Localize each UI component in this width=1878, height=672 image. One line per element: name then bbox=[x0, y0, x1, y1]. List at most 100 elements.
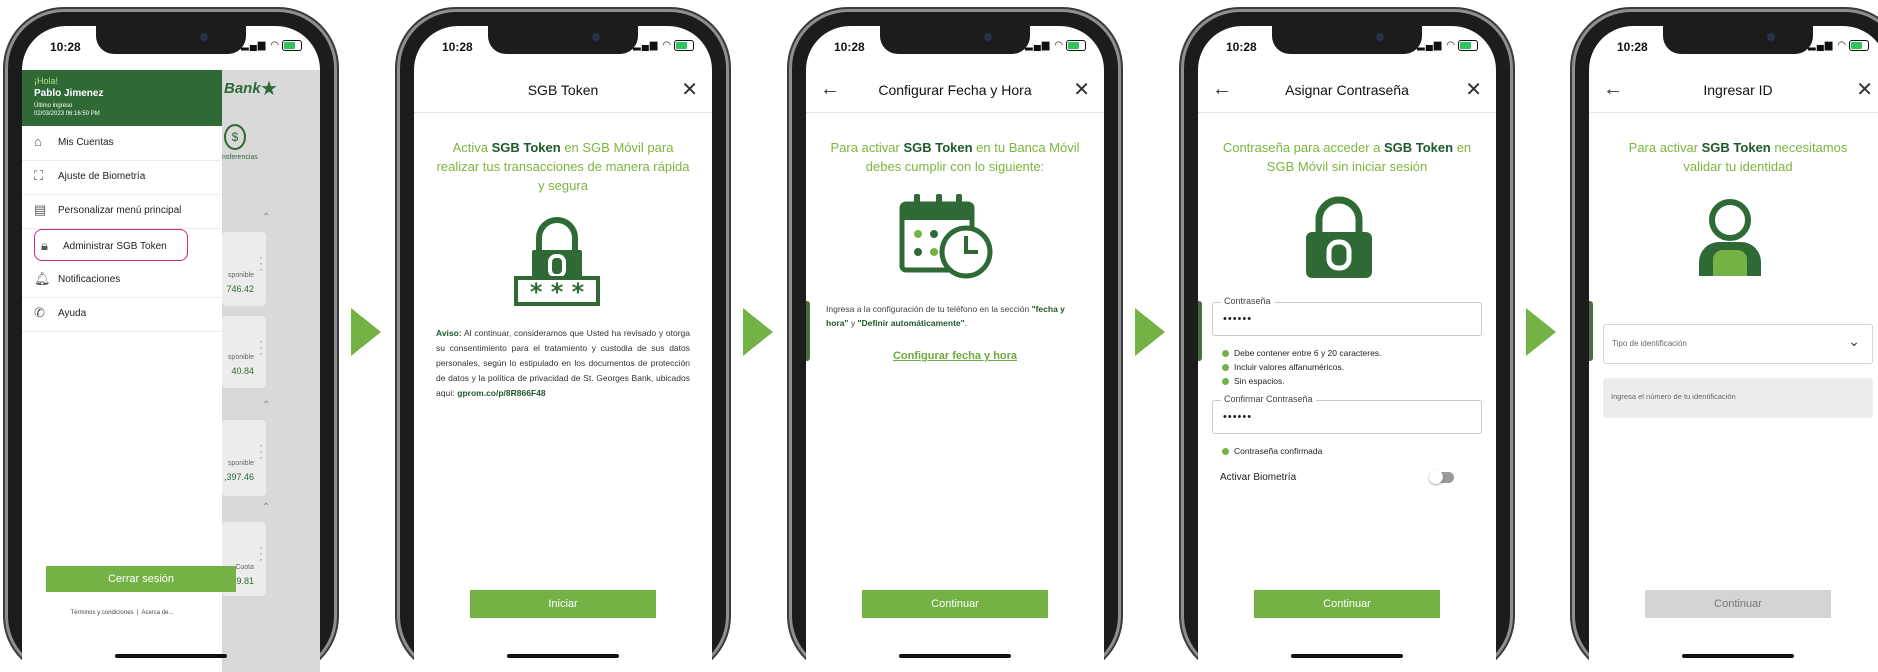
continue-button[interactable]: Continuar bbox=[862, 590, 1048, 618]
chevron-up-icon: ⌃ bbox=[262, 212, 271, 223]
status-time: 10:28 bbox=[834, 40, 865, 54]
close-icon[interactable]: ✕ bbox=[1856, 77, 1873, 102]
menu-item-mis-cuentas[interactable]: ⌂ Mis Cuentas bbox=[22, 126, 222, 161]
star-logo-icon: ★ bbox=[260, 78, 278, 100]
more-icon: · · · bbox=[259, 438, 263, 464]
battery-icon bbox=[282, 40, 302, 51]
id-type-select[interactable]: Tipo de identificación ⌄ bbox=[1603, 324, 1873, 364]
configure-date-link[interactable]: Configurar fecha y hora bbox=[806, 350, 1104, 362]
menu-item-personalizar[interactable]: ▤ Personalizar menú principal bbox=[22, 194, 222, 229]
close-icon[interactable]: ✕ bbox=[681, 77, 698, 102]
chevron-down-icon: ⌄ bbox=[1848, 333, 1860, 349]
footer-separator: | bbox=[136, 610, 139, 616]
phone-enter-id: 10:28 ▂▄▆ ◠ ← Ingresar ID ✕ Para activar… bbox=[1575, 12, 1878, 672]
background-app: Bank ★ $ nsferencias ⌃ sponible 746.42 ·… bbox=[221, 70, 320, 672]
check-dot-icon bbox=[1222, 350, 1229, 358]
notch bbox=[1663, 26, 1813, 54]
next-step-arrow-icon bbox=[1135, 308, 1165, 356]
face-scan-icon: ⛶ bbox=[34, 168, 44, 183]
lock-password-icon: * * * bbox=[514, 217, 600, 306]
screen: 10:28 ▂▄▆ ◠ Bank ★ $ nsferencias ⌃ sponi… bbox=[22, 26, 320, 672]
privacy-link[interactable]: gprom.co/p/8R866F48 bbox=[457, 388, 545, 398]
instructions-part: . bbox=[964, 318, 968, 328]
terms-link[interactable]: Términos y condiciones bbox=[71, 610, 134, 616]
menu-item-label: Ayuda bbox=[58, 308, 87, 319]
lock-icon: 🔒︎ bbox=[41, 238, 48, 253]
last-login-date: 02/03/2023 06:16:50 PM bbox=[34, 111, 100, 117]
more-icon: · · · bbox=[259, 250, 263, 276]
id-type-placeholder: Tipo de identificación bbox=[1612, 339, 1687, 348]
side-handle bbox=[1589, 301, 1593, 361]
menu-item-biometria[interactable]: ⛶ Ajuste de Biometría bbox=[22, 160, 222, 195]
more-icon: · · · bbox=[259, 540, 263, 566]
instructions-text: Ingresa a la configuración de tu teléfon… bbox=[826, 302, 1084, 330]
dollar-icon: $ bbox=[224, 124, 246, 150]
card-value: 40.84 bbox=[231, 366, 254, 376]
more-icon: · · · bbox=[259, 334, 263, 360]
intro-text-part: Activa bbox=[452, 140, 492, 155]
user-name: Pablo Jimenez bbox=[34, 88, 104, 99]
menu-item-sgb-token[interactable]: 🔒︎ Administrar SGB Token bbox=[34, 229, 188, 261]
instructions-part: Ingresa a la configuración de tu teléfon… bbox=[826, 304, 1032, 314]
phone-date-time: 10:28 ▂▄▆ ◠ ← Configurar Fecha y Hora ✕ … bbox=[792, 12, 1118, 672]
intro-text: Para activar SGB Token necesitamos valid… bbox=[1609, 138, 1867, 176]
password-value: •••••• bbox=[1223, 313, 1253, 325]
notch bbox=[1272, 26, 1422, 54]
check-dot-icon bbox=[1222, 364, 1229, 372]
page-title: Asignar Contraseña bbox=[1285, 82, 1409, 98]
notch bbox=[880, 26, 1030, 54]
wifi-icon: ◠ bbox=[662, 40, 672, 52]
phone-icon: ✆ bbox=[34, 305, 45, 320]
start-button[interactable]: Iniciar bbox=[470, 590, 656, 618]
confirm-password-field[interactable]: Confirmar Contraseña •••••• bbox=[1212, 394, 1482, 434]
greeting: ¡Hola! bbox=[34, 76, 59, 86]
id-number-input[interactable]: Ingresa el número de tu identificación bbox=[1603, 378, 1873, 418]
intro-text-bold: SGB Token bbox=[1383, 140, 1454, 155]
continue-button-disabled[interactable]: Continuar bbox=[1645, 590, 1831, 618]
intro-text-part: Para activar bbox=[830, 140, 904, 155]
account-card: sponible ,397.46 · · · bbox=[222, 420, 266, 496]
intro-text-bold: SGB Token bbox=[491, 140, 561, 155]
calendar-clock-icon bbox=[899, 194, 993, 279]
password-rule: Incluir valores alfanuméricos. bbox=[1222, 362, 1344, 372]
last-login-label: Último ingreso bbox=[34, 103, 73, 109]
wifi-icon: ◠ bbox=[1446, 40, 1456, 52]
continue-button[interactable]: Continuar bbox=[1254, 590, 1440, 618]
status-icons: ▂▄▆ ◠ bbox=[633, 40, 694, 51]
home-indicator bbox=[899, 654, 1011, 658]
rule-text: Debe contener entre 6 y 20 caracteres. bbox=[1234, 348, 1382, 358]
intro-text-bold: SGB Token bbox=[903, 140, 973, 155]
bell-icon: 🔔︎ bbox=[34, 271, 51, 286]
rule-text: Sin espacios. bbox=[1234, 376, 1285, 386]
chevron-up-icon: ⌃ bbox=[262, 400, 271, 411]
card-label: Cuota bbox=[235, 564, 254, 571]
screen: 10:28 ▂▄▆ ◠ ← Ingresar ID ✕ Para activar… bbox=[1589, 26, 1878, 672]
status-time: 10:28 bbox=[1226, 40, 1257, 54]
card-value: 746.42 bbox=[226, 284, 254, 294]
close-icon[interactable]: ✕ bbox=[1073, 77, 1090, 102]
home-indicator bbox=[1682, 654, 1794, 658]
screen: 10:28 ▂▄▆ ◠ ← Asignar Contraseña ✕ Contr… bbox=[1198, 26, 1496, 672]
page-title: Configurar Fecha y Hora bbox=[878, 82, 1032, 98]
menu-item-notificaciones[interactable]: 🔔︎ Notificaciones bbox=[22, 263, 222, 298]
logout-button[interactable]: Cerrar sesión bbox=[46, 566, 236, 592]
wifi-icon: ◠ bbox=[270, 40, 280, 52]
biometrics-toggle[interactable] bbox=[1429, 470, 1454, 484]
about-link[interactable]: Acerca de... bbox=[141, 610, 173, 616]
rule-text: Incluir valores alfanuméricos. bbox=[1234, 362, 1345, 372]
instructions-bold: "Definir automáticamente" bbox=[857, 318, 965, 328]
close-icon[interactable]: ✕ bbox=[1465, 77, 1482, 102]
card-value: ,397.46 bbox=[223, 472, 254, 482]
bank-icon: ⌂ bbox=[34, 134, 42, 149]
transfer-label: nsferencias bbox=[222, 154, 258, 161]
intro-text: Contraseña para acceder a SGB Token en S… bbox=[1218, 138, 1476, 176]
home-indicator bbox=[1291, 654, 1403, 658]
header: ← Configurar Fecha y Hora ✕ bbox=[806, 70, 1104, 113]
menu-item-ayuda[interactable]: ✆ Ayuda bbox=[22, 297, 222, 332]
status-icons: ▂▄▆ ◠ bbox=[1417, 40, 1478, 51]
phone-menu: 10:28 ▂▄▆ ◠ Bank ★ $ nsferencias ⌃ sponi… bbox=[8, 12, 334, 672]
notch bbox=[488, 26, 638, 54]
password-field[interactable]: Contraseña •••••• bbox=[1212, 296, 1482, 336]
header: ← Asignar Contraseña ✕ bbox=[1198, 70, 1496, 113]
next-step-arrow-icon bbox=[1526, 308, 1556, 356]
